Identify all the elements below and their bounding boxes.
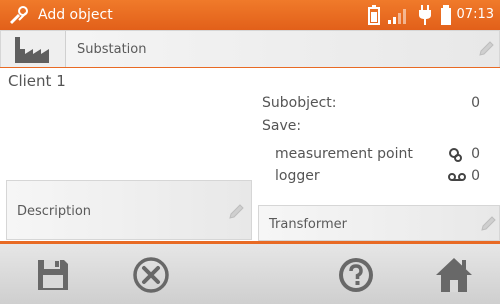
help-button[interactable] — [333, 252, 379, 298]
battery-icon — [368, 5, 380, 25]
pencil-icon[interactable] — [477, 40, 495, 58]
window-title: Add object — [38, 7, 113, 23]
bottom-toolbar — [0, 244, 500, 304]
field-underline — [0, 67, 500, 68]
client-name: Client 1 — [8, 72, 66, 90]
measurement-point-icon — [449, 148, 462, 162]
description-field[interactable]: Description — [6, 180, 252, 240]
save-button[interactable] — [30, 252, 76, 298]
object-name-field[interactable]: Substation — [0, 30, 500, 68]
subobject-value: 0 — [471, 95, 480, 111]
logger-icon — [448, 173, 466, 181]
help-icon — [339, 258, 373, 292]
home-icon — [436, 258, 472, 292]
signal-icon — [388, 9, 406, 24]
factory-icon — [15, 37, 49, 63]
transformer-field[interactable]: Transformer — [258, 205, 500, 241]
clock: 07:13 — [456, 7, 494, 22]
pencil-icon[interactable] — [227, 203, 245, 221]
subobject-label: Subobject: — [262, 95, 337, 111]
object-name-value: Substation — [77, 42, 147, 57]
measurement-point-label: measurement point — [275, 146, 413, 162]
measurement-point-value: 0 — [471, 146, 480, 162]
title-bar: Add object 07:13 — [0, 0, 500, 30]
tools-icon — [10, 6, 28, 24]
save-label: Save: — [262, 118, 302, 134]
logger-value: 0 — [471, 168, 480, 184]
transformer-placeholder: Transformer — [269, 217, 348, 232]
home-button[interactable] — [431, 252, 477, 298]
pencil-icon[interactable] — [479, 215, 497, 233]
logger-label: logger — [275, 168, 320, 184]
save-icon — [38, 260, 68, 290]
close-icon — [133, 257, 169, 293]
cancel-button[interactable] — [128, 252, 174, 298]
battery-level-icon — [441, 5, 451, 25]
plug-icon — [419, 5, 431, 25]
object-type-button[interactable] — [1, 31, 66, 67]
description-placeholder: Description — [17, 204, 92, 219]
